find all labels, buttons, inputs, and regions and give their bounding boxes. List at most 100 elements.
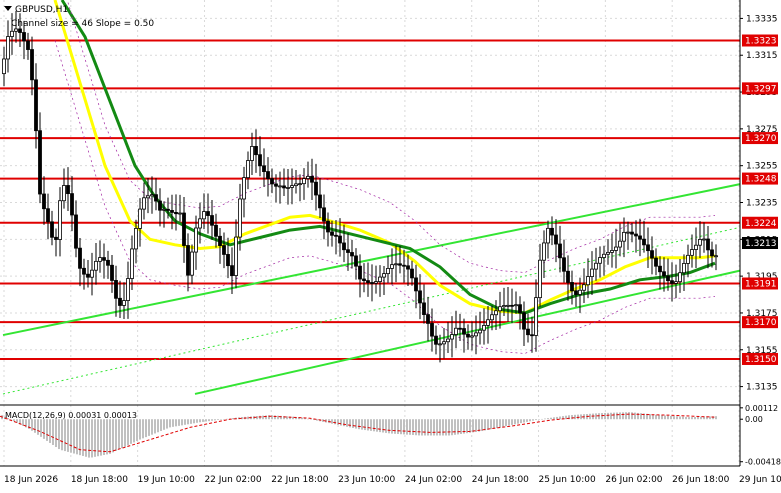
- candle-body: [214, 224, 218, 237]
- macd-bar: [610, 412, 612, 420]
- candle-body: [198, 218, 202, 229]
- macd-bar: [520, 419, 522, 424]
- macd-bar: [628, 412, 630, 420]
- macd-bar: [67, 419, 69, 452]
- macd-bar: [214, 419, 216, 421]
- x-tick-label: 19 Jun 10:00: [138, 475, 195, 485]
- macd-bar: [529, 419, 531, 422]
- candle-body: [310, 175, 314, 183]
- macd-bar: [472, 419, 474, 433]
- candle-body: [2, 58, 6, 75]
- candle-body: [290, 185, 294, 188]
- candle-body: [534, 297, 538, 336]
- macd-bar: [175, 419, 177, 427]
- macd-bar: [424, 419, 426, 436]
- candle-body: [374, 281, 378, 284]
- candle-body: [78, 247, 82, 269]
- macd-bar: [679, 416, 681, 420]
- macd-bar: [661, 415, 663, 420]
- macd-bar: [196, 419, 198, 423]
- macd-bar: [571, 415, 573, 420]
- candle-body: [702, 238, 706, 241]
- candle-body: [334, 234, 338, 237]
- candle-body: [34, 79, 38, 132]
- macd-bar: [124, 419, 126, 447]
- macd-bar: [613, 412, 615, 420]
- candle-body: [426, 314, 430, 324]
- macd-bar: [550, 417, 552, 420]
- candle-body: [314, 181, 318, 196]
- macd-bar: [607, 412, 609, 420]
- candle-body: [562, 257, 566, 272]
- candle-body: [482, 324, 486, 331]
- candle-body: [142, 197, 146, 210]
- level-label: 1.3170: [745, 318, 777, 328]
- candle-body: [110, 264, 114, 281]
- candle-body: [574, 290, 578, 295]
- macd-bar: [526, 419, 528, 422]
- candle-body: [570, 282, 574, 292]
- level-label: 1.3297: [745, 84, 777, 94]
- candle-body: [42, 193, 46, 210]
- candle-body: [158, 200, 162, 211]
- candle-body: [478, 329, 482, 334]
- y-tick-label: 1.3235: [746, 199, 778, 209]
- candle-body: [94, 260, 98, 271]
- macd-bar: [490, 419, 492, 430]
- candle-body: [194, 227, 198, 253]
- candle-body: [646, 244, 650, 252]
- candle-body: [242, 177, 246, 200]
- macd-bar: [223, 419, 225, 420]
- candle-body: [170, 210, 174, 213]
- macd-bar: [190, 419, 192, 424]
- macd-bar: [505, 419, 507, 427]
- candle-body: [306, 175, 310, 179]
- macd-bar: [73, 419, 75, 454]
- candle-body: [206, 211, 210, 216]
- macd-bar: [151, 419, 153, 435]
- candle-body: [262, 165, 266, 172]
- x-tick-label: 24 Jun 18:00: [472, 475, 529, 485]
- x-tick-label: 25 Jun 10:00: [539, 475, 596, 485]
- macd-bar: [388, 419, 390, 434]
- candle-body: [586, 276, 590, 286]
- candle-body: [254, 146, 258, 156]
- macd-bar: [514, 419, 516, 425]
- candle-body: [598, 257, 602, 264]
- macd-bar: [133, 419, 135, 443]
- level-label: 1.3150: [745, 355, 777, 365]
- macd-bar: [85, 419, 87, 457]
- candle-body: [602, 253, 606, 258]
- macd-bar: [34, 419, 36, 433]
- candle-body: [106, 259, 110, 266]
- candle-body: [178, 212, 182, 215]
- candle-body: [614, 246, 618, 251]
- macd-bar: [655, 414, 657, 420]
- macd-bar: [625, 412, 627, 420]
- candle-body: [454, 327, 458, 335]
- candle-body: [522, 312, 526, 330]
- candle-body: [518, 304, 522, 314]
- candle-body: [26, 40, 30, 50]
- macd-bar: [181, 419, 183, 426]
- macd-bar: [334, 419, 336, 425]
- macd-bar: [421, 419, 423, 436]
- macd-bar: [358, 419, 360, 430]
- candle-body: [358, 265, 362, 280]
- candle-body: [630, 231, 634, 235]
- macd-bar: [487, 419, 489, 430]
- candle-body: [498, 306, 502, 312]
- candle-body: [710, 249, 714, 257]
- macd-bar: [604, 412, 606, 420]
- candle-body: [298, 183, 302, 186]
- macd-bar: [496, 419, 498, 428]
- macd-bar: [154, 419, 156, 434]
- macd-bar: [442, 419, 444, 436]
- macd-bar: [61, 419, 63, 451]
- macd-tick-label: -0.00418: [745, 458, 781, 467]
- macd-bar: [541, 418, 543, 420]
- macd-bar: [88, 419, 90, 458]
- candle-body: [714, 255, 718, 258]
- macd-bar: [517, 419, 519, 424]
- macd-bar: [199, 419, 201, 423]
